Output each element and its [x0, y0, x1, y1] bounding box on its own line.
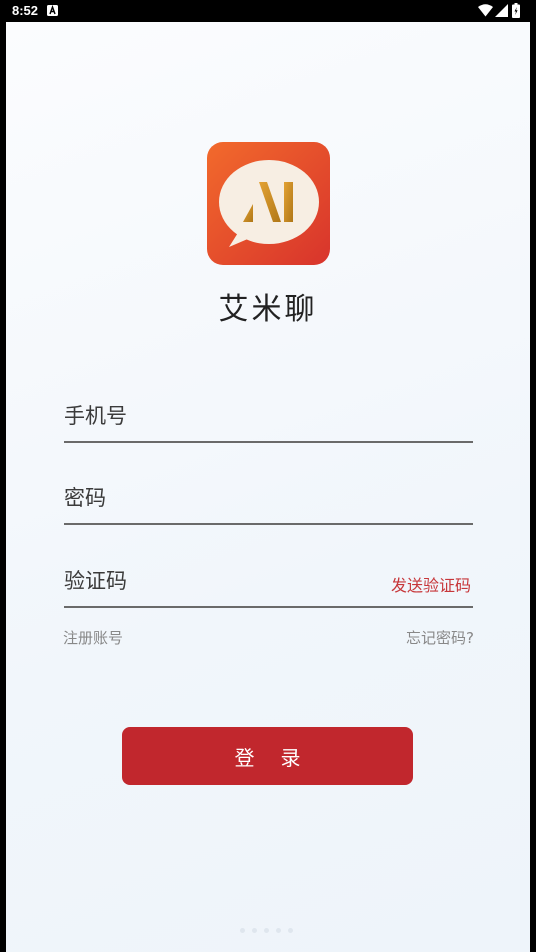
auth-links: 注册账号 忘记密码? [63, 627, 474, 647]
phone-underline [64, 441, 473, 443]
phone-field [64, 393, 473, 443]
password-field [64, 475, 473, 525]
forgot-password-link[interactable]: 忘记密码? [406, 627, 474, 648]
bottom-indicator-dots [240, 928, 300, 934]
cellular-signal-icon [495, 4, 508, 17]
code-underline [64, 606, 473, 608]
verification-code-input[interactable] [64, 558, 304, 604]
status-icons [478, 3, 526, 19]
status-bar: 8:52 [0, 0, 536, 22]
app-name: 艾米聊 [218, 292, 318, 327]
wifi-icon [478, 4, 493, 17]
status-time: 8:52 [12, 3, 39, 18]
phone-screen: 8:52 艾米聊 手机号 验证码 发送验证码 注册账号 忘记密码? 登录 [0, 0, 536, 952]
a-letter-icon [47, 5, 58, 16]
send-code-button[interactable]: 发送验证码 [391, 572, 471, 596]
password-underline [64, 523, 473, 525]
register-link[interactable]: 注册账号 [63, 627, 123, 648]
password-input[interactable] [64, 475, 364, 521]
login-page: 艾米聊 发送验证码 注册账号 忘记密码? 登录 [6, 22, 530, 952]
battery-icon [512, 3, 520, 18]
verification-code-field: 发送验证码 [64, 558, 473, 608]
login-button[interactable]: 登录 [122, 727, 413, 785]
phone-input[interactable] [64, 393, 364, 439]
app-logo-icon [207, 142, 330, 265]
